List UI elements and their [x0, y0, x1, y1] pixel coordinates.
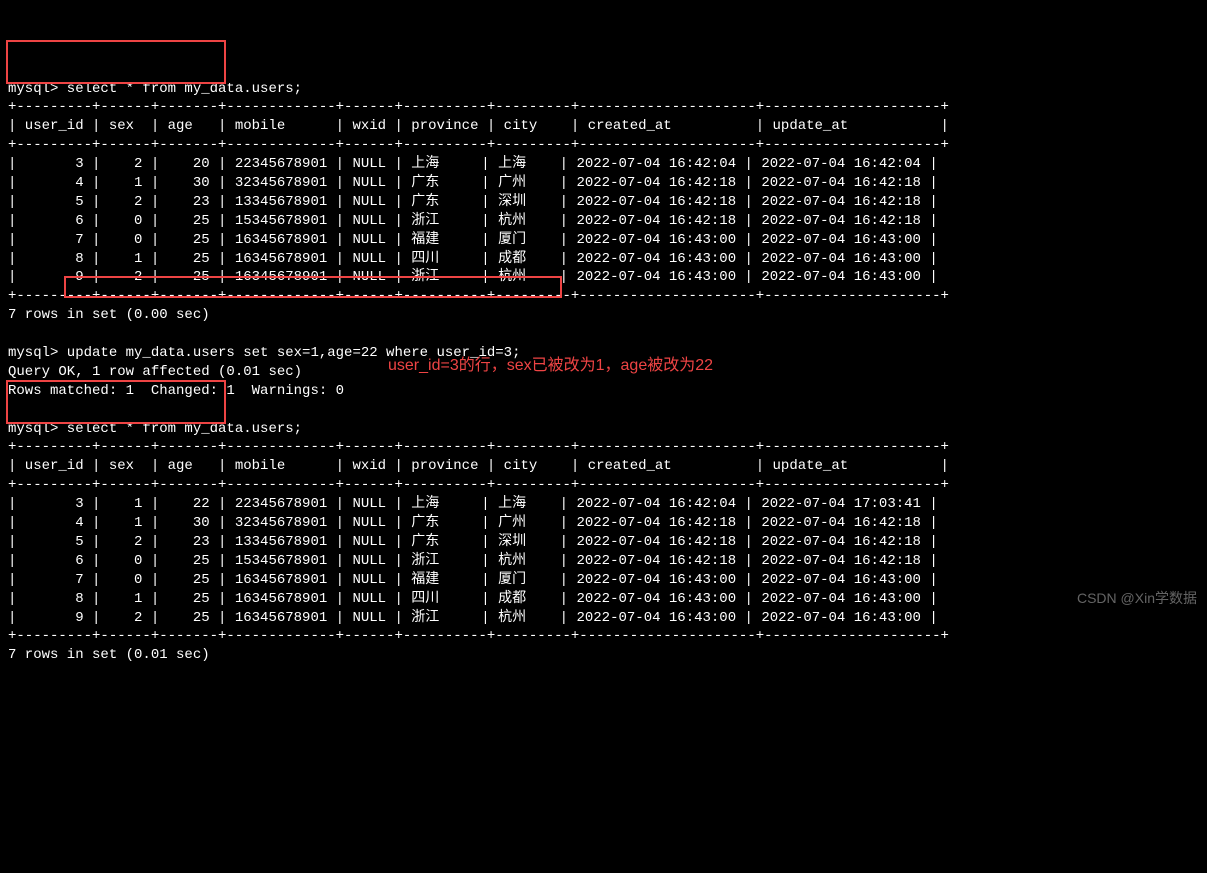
annotation-text: user_id=3的行，sex已被改为1，age被改为22 — [388, 355, 713, 377]
highlight-box-header2 — [6, 380, 226, 424]
highlight-box-update-query — [64, 276, 562, 298]
watermark: CSDN @Xin学数据 — [1077, 589, 1197, 608]
highlight-box-header1 — [6, 40, 226, 84]
